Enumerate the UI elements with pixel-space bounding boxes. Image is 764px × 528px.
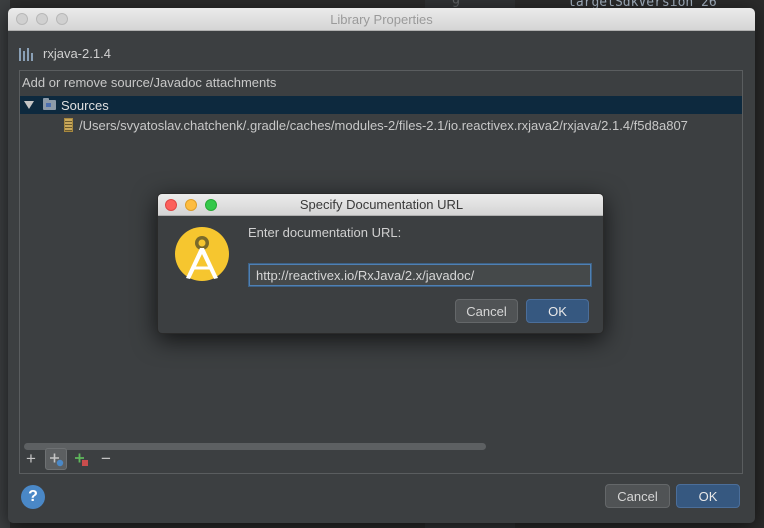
url-prompt-label: Enter documentation URL: bbox=[248, 225, 402, 240]
add-url-button[interactable] bbox=[45, 448, 67, 470]
dialog-titlebar: Library Properties bbox=[8, 8, 755, 31]
android-studio-logo-icon bbox=[175, 227, 229, 281]
specify-documentation-url-dialog: Specify Documentation URL Enter document… bbox=[157, 193, 604, 334]
horizontal-scrollbar[interactable] bbox=[21, 441, 741, 451]
tree-item-sources[interactable]: Sources bbox=[20, 96, 742, 114]
folder-icon bbox=[43, 98, 56, 110]
ok-button[interactable]: OK bbox=[676, 484, 740, 508]
add-attachment-icon bbox=[75, 453, 88, 466]
panel-title: Add or remove source/Javadoc attachments bbox=[22, 75, 277, 90]
library-header: rxjava-2.1.4 bbox=[19, 44, 111, 62]
dialog-title: Library Properties bbox=[330, 12, 433, 27]
source-jar-path: /Users/svyatoslav.chatchenk/.gradle/cach… bbox=[79, 117, 688, 133]
add-url-icon bbox=[50, 453, 64, 467]
attach-file-button[interactable] bbox=[70, 448, 92, 470]
expand-arrow-icon[interactable] bbox=[24, 101, 34, 109]
modal-titlebar: Specify Documentation URL bbox=[158, 194, 603, 216]
tree-item-source-jar[interactable]: /Users/svyatoslav.chatchenk/.gradle/cach… bbox=[64, 116, 688, 134]
library-icon bbox=[19, 46, 34, 61]
documentation-url-input[interactable] bbox=[249, 264, 591, 286]
modal-ok-button[interactable]: OK bbox=[526, 299, 589, 323]
help-button[interactable]: ? bbox=[21, 485, 45, 509]
attachments-toolbar: + − bbox=[20, 448, 120, 470]
library-name: rxjava-2.1.4 bbox=[43, 45, 111, 61]
remove-button[interactable]: − bbox=[95, 448, 117, 470]
cancel-button[interactable]: Cancel bbox=[605, 484, 670, 508]
add-button[interactable]: + bbox=[20, 448, 42, 470]
modal-cancel-button[interactable]: Cancel bbox=[455, 299, 518, 323]
jar-icon bbox=[64, 118, 73, 132]
tree-item-label: Sources bbox=[61, 97, 109, 113]
modal-title: Specify Documentation URL bbox=[299, 197, 464, 212]
